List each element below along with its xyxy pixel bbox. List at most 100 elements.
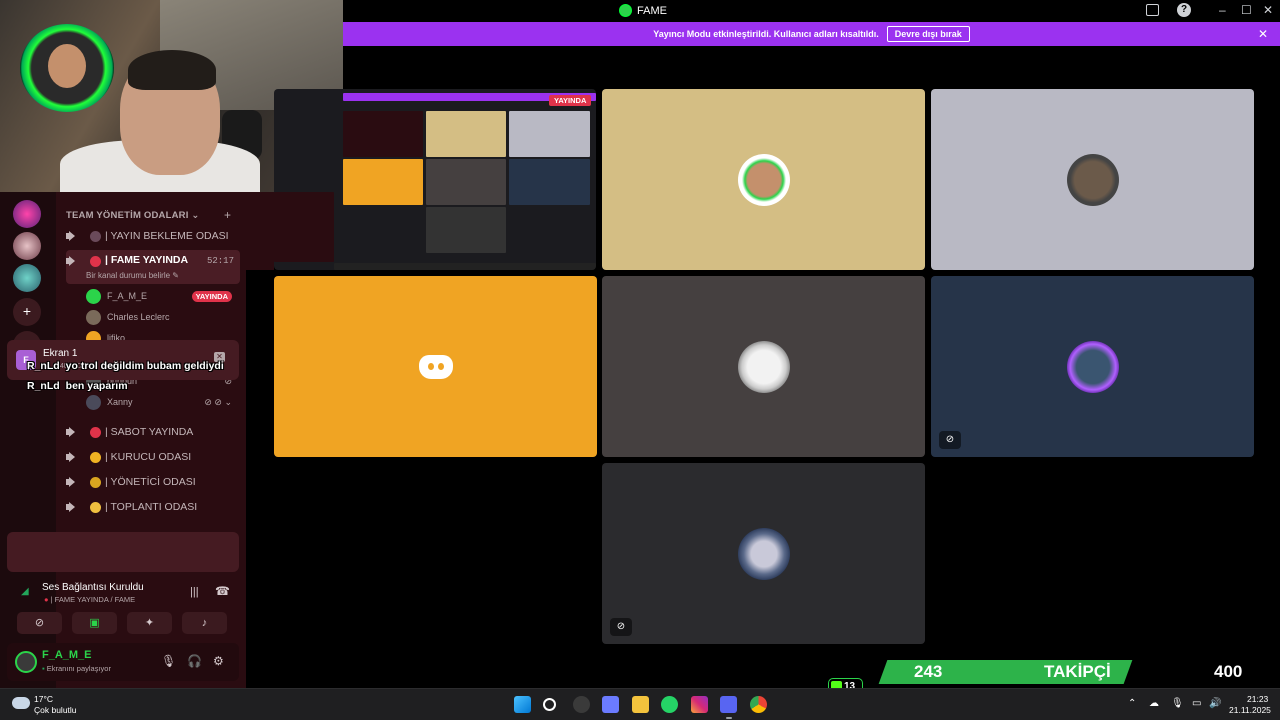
settings-gear-icon[interactable]: ⚙ — [213, 654, 224, 668]
screen-share-card — [7, 532, 239, 572]
voice-channel-sabot-yayinda[interactable]: | SABOT YAYINDA — [66, 421, 240, 443]
video-tile-fame[interactable] — [602, 89, 925, 270]
screen-share-tile[interactable] — [274, 89, 596, 270]
disconnect-icon[interactable]: ☎ — [215, 584, 230, 598]
chevron-up-icon[interactable]: ⌃ — [1128, 698, 1136, 709]
weather-temp[interactable]: 17°C — [34, 694, 53, 704]
video-tile-user-6[interactable]: ⊘ — [602, 463, 925, 644]
video-tile-user-5[interactable]: ⊘ — [931, 276, 1254, 457]
trophy-icon — [90, 476, 101, 488]
deafened-icon: ⊘ ⊘ ⌄ — [204, 396, 232, 407]
chat-message: R_nLd ben yaparım — [27, 380, 128, 392]
clock-date[interactable]: 21.11.2025 — [1229, 705, 1271, 715]
screen-share-button[interactable]: ▣ — [72, 612, 117, 634]
speaker-icon — [66, 256, 80, 266]
instagram-icon[interactable] — [691, 696, 708, 713]
member-fame[interactable]: F_A_M_E YAYINDA — [86, 286, 236, 306]
avatar — [737, 153, 790, 206]
speaker-icon — [66, 427, 80, 437]
channel-status[interactable]: Bir kanal durumu belirle ✎ — [86, 271, 179, 280]
cloud-icon[interactable] — [12, 697, 30, 709]
voice-channel-yayin-bekleme[interactable]: | YAYIN BEKLEME ODASI — [66, 225, 240, 247]
voice-channel-toplanti[interactable]: | TOPLANTI ODASI — [66, 496, 240, 518]
channel-timer: 52:17 — [206, 256, 234, 266]
follower-count: 243 — [914, 662, 943, 681]
speaker-icon — [66, 452, 80, 462]
preview-tile — [426, 111, 506, 157]
weather-desc[interactable]: Çok bulutlu — [34, 705, 77, 715]
signal-icon[interactable]: ◢ — [21, 586, 29, 597]
server-icon-1[interactable] — [13, 200, 41, 228]
avatar — [86, 309, 101, 325]
disable-streamer-mode-button[interactable]: Devre dışı bırak — [886, 26, 970, 42]
banner-text: Yayıncı Modu etkinleştirildi. Kullanıcı … — [653, 29, 879, 39]
voice-status[interactable]: Ses Bağlantısı Kuruldu — [42, 582, 144, 593]
live-badge: YAYINDA — [191, 290, 232, 302]
window-title: FAME — [619, 4, 667, 17]
whatsapp-icon[interactable] — [661, 696, 678, 713]
video-tile-lifiko[interactable] — [274, 276, 597, 457]
clock-time[interactable]: 21:23 — [1247, 694, 1268, 704]
calculator-icon[interactable] — [602, 696, 619, 713]
voice-channel-path: ● | FAME YAYINDA / FAME — [44, 595, 136, 604]
add-server-icon[interactable]: + — [13, 298, 41, 326]
avatar — [737, 527, 790, 580]
network-icon[interactable]: ▭ — [1192, 698, 1201, 709]
user-status: ▪ Ekranını paylaşıyor — [42, 664, 111, 673]
deafened-icon: ⊘ — [610, 618, 632, 636]
video-tile-user-4[interactable] — [602, 276, 925, 457]
preview-strip — [246, 192, 274, 270]
preview-tile — [343, 159, 423, 205]
start-icon[interactable] — [514, 696, 531, 713]
maximize-button[interactable]: ☐ — [1241, 3, 1252, 17]
member-charles[interactable]: Charles Leclerc — [86, 307, 236, 327]
live-badge: YAYINDA — [549, 95, 592, 106]
avatar — [86, 394, 101, 410]
follower-goal-target: 400 — [1214, 662, 1243, 681]
streamer-mode-banner: Yayıncı Modu etkinleştirildi. Kullanıcı … — [343, 22, 1280, 46]
avatar — [86, 288, 101, 304]
category-header[interactable]: TEAM YÖNETİM ODALARI ⌄ — [66, 210, 200, 221]
microphone-tray-icon[interactable]: 🎙 — [1171, 698, 1184, 709]
chrome-icon[interactable] — [750, 696, 767, 713]
server-icon-2[interactable] — [13, 232, 41, 260]
onedrive-icon[interactable]: ☁ — [1149, 698, 1159, 709]
folder-icon[interactable] — [632, 696, 649, 713]
username[interactable]: F_A_M_E — [42, 649, 92, 661]
voice-channel-yonetici[interactable]: | YÖNETİCİ ODASI — [66, 471, 240, 493]
video-tile-user-2[interactable] — [931, 89, 1254, 270]
avatar — [1066, 340, 1119, 393]
speaker-icon — [66, 477, 80, 487]
muted-icon: ⊘ — [939, 431, 961, 449]
discord-icon[interactable] — [720, 696, 737, 713]
volume-icon[interactable]: 🔊 — [1209, 698, 1221, 709]
microphone-icon[interactable]: 🎙 — [161, 654, 176, 668]
avatar — [737, 340, 790, 393]
webcam-person-hair — [128, 50, 216, 90]
streamer-logo — [20, 24, 114, 112]
soundboard-button[interactable]: ♪ — [182, 612, 227, 634]
close-window-button[interactable]: ✕ — [1263, 3, 1273, 17]
avatar[interactable] — [15, 651, 37, 673]
search-icon[interactable] — [543, 698, 556, 711]
voice-channel-fame-yayinda[interactable]: | FAME YAYINDA 52:17 Bir kanal durumu be… — [66, 250, 240, 284]
active-app-indicator — [726, 717, 732, 719]
headphones-icon[interactable]: 🎧 — [187, 654, 202, 668]
preview-tile — [426, 159, 506, 205]
add-channel-icon[interactable]: + — [224, 208, 231, 222]
help-icon[interactable]: ? — [1177, 3, 1191, 17]
minimize-button[interactable]: – — [1219, 3, 1226, 17]
camera-off-button[interactable]: ⊘ — [17, 612, 62, 634]
member-xanny[interactable]: Xanny ⊘ ⊘ ⌄ — [86, 392, 236, 412]
inbox-icon[interactable] — [1146, 4, 1159, 16]
preview-tile — [509, 111, 590, 157]
banner-close-icon[interactable]: ✕ — [1258, 27, 1268, 41]
handshake-icon — [90, 501, 101, 513]
noise-suppression-icon[interactable]: ||| — [190, 586, 199, 598]
title-bar: FAME ? – ☐ ✕ — [343, 0, 1280, 22]
voice-channel-kurucu[interactable]: | KURUCU ODASI — [66, 446, 240, 468]
activities-button[interactable]: ✦ — [127, 612, 172, 634]
live-dot-icon — [90, 256, 101, 267]
browser-icon[interactable] — [573, 696, 590, 713]
server-icon-3[interactable] — [13, 264, 41, 292]
